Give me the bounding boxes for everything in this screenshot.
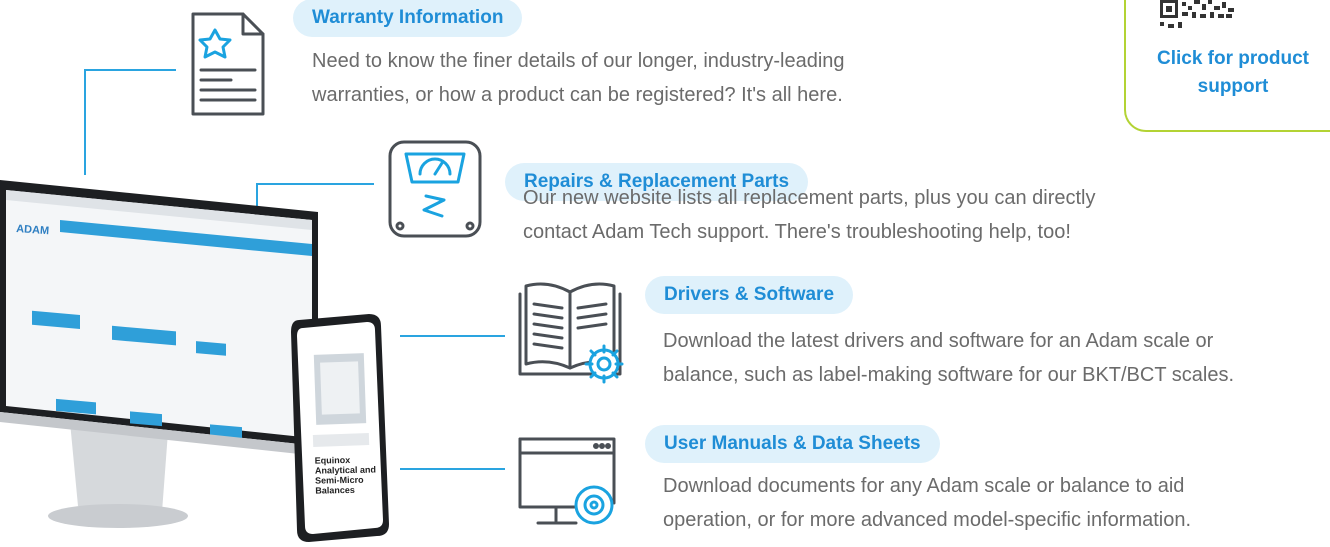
phone-product-caption: Equinox Analytical and Semi-Micro Balanc… xyxy=(314,454,377,496)
section-title-drivers[interactable]: Drivers & Software xyxy=(645,276,854,314)
section-description: Download the latest drivers and software… xyxy=(663,330,1214,352)
section-title-user-manuals[interactable]: User Manuals & Data Sheets xyxy=(645,425,940,463)
section-title-warranty[interactable]: Warranty Information xyxy=(293,0,523,37)
monitor-brand-logo: ADAM xyxy=(16,223,50,237)
section-description: Our new website lists all replacement pa… xyxy=(523,187,1096,209)
smartphone-image xyxy=(285,314,395,547)
connector-line xyxy=(84,69,176,71)
qr-code-icon[interactable] xyxy=(1160,0,1306,34)
connector-line xyxy=(400,335,505,337)
broken-scale-icon xyxy=(386,138,484,240)
section-description: operation, or for more advanced model-sp… xyxy=(663,509,1192,531)
monitor-disc-icon xyxy=(516,435,616,535)
document-star-icon xyxy=(187,10,269,118)
section-description: Download documents for any Adam scale or… xyxy=(663,475,1185,497)
section-description: warranties, or how a product can be regi… xyxy=(312,84,843,106)
connector-line xyxy=(400,468,505,470)
book-gear-icon xyxy=(516,276,626,386)
section-description: balance, such as label-making software f… xyxy=(663,364,1234,386)
section-description: contact Adam Tech support. There's troub… xyxy=(523,221,1071,243)
product-support-label[interactable]: Click for product support xyxy=(1128,45,1330,101)
section-description: Need to know the finer details of our lo… xyxy=(312,50,845,72)
